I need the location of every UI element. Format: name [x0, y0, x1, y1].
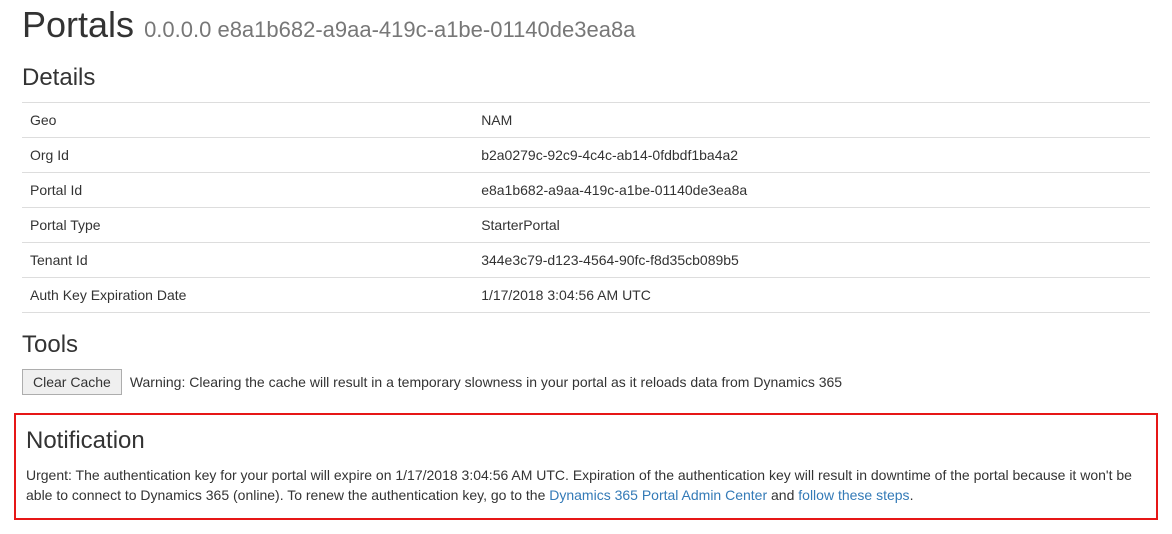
details-label: Portal Type [22, 208, 473, 243]
details-value: NAM [473, 103, 1150, 138]
details-value: 1/17/2018 3:04:56 AM UTC [473, 278, 1150, 313]
notification-heading: Notification [26, 427, 1146, 455]
page-title-text: Portals [22, 4, 134, 45]
details-value: StarterPortal [473, 208, 1150, 243]
details-label: Geo [22, 103, 473, 138]
tools-heading: Tools [22, 331, 1150, 359]
tools-row: Clear Cache Warning: Clearing the cache … [22, 369, 1150, 395]
follow-steps-link[interactable]: follow these steps [798, 487, 909, 503]
notification-box: Notification Urgent: The authentication … [14, 413, 1158, 520]
details-label: Auth Key Expiration Date [22, 278, 473, 313]
details-value: e8a1b682-a9aa-419c-a1be-01140de3ea8a [473, 173, 1150, 208]
details-row-portalid: Portal Id e8a1b682-a9aa-419c-a1be-01140d… [22, 173, 1150, 208]
clear-cache-warning: Warning: Clearing the cache will result … [130, 374, 842, 390]
notification-text-suffix: . [910, 487, 914, 503]
details-value: 344e3c79-d123-4564-90fc-f8d35cb089b5 [473, 243, 1150, 278]
details-table: Geo NAM Org Id b2a0279c-92c9-4c4c-ab14-0… [22, 102, 1150, 313]
details-label: Org Id [22, 138, 473, 173]
clear-cache-button[interactable]: Clear Cache [22, 369, 122, 395]
details-row-orgid: Org Id b2a0279c-92c9-4c4c-ab14-0fdbdf1ba… [22, 138, 1150, 173]
details-label: Tenant Id [22, 243, 473, 278]
notification-body: Urgent: The authentication key for your … [26, 465, 1146, 506]
admin-center-link[interactable]: Dynamics 365 Portal Admin Center [549, 487, 767, 503]
details-row-geo: Geo NAM [22, 103, 1150, 138]
details-row-authkey: Auth Key Expiration Date 1/17/2018 3:04:… [22, 278, 1150, 313]
notification-text-mid: and [767, 487, 798, 503]
details-label: Portal Id [22, 173, 473, 208]
page-subtitle: 0.0.0.0 e8a1b682-a9aa-419c-a1be-01140de3… [144, 17, 635, 42]
details-value: b2a0279c-92c9-4c4c-ab14-0fdbdf1ba4a2 [473, 138, 1150, 173]
details-heading: Details [22, 64, 1150, 92]
details-row-portaltype: Portal Type StarterPortal [22, 208, 1150, 243]
page-title: Portals 0.0.0.0 e8a1b682-a9aa-419c-a1be-… [22, 4, 1150, 46]
details-row-tenantid: Tenant Id 344e3c79-d123-4564-90fc-f8d35c… [22, 243, 1150, 278]
